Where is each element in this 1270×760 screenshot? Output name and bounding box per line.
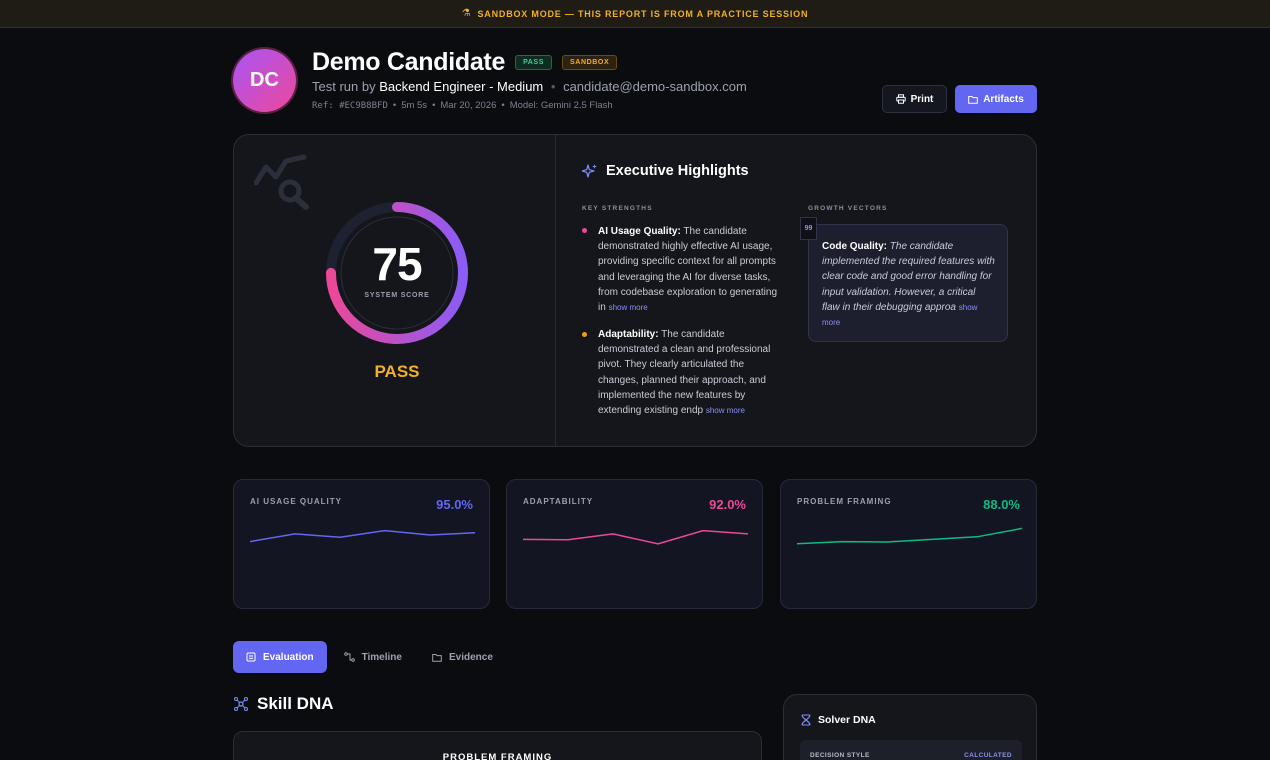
report-tabs: Evaluation Timeline Evidence — [233, 641, 506, 673]
show-more-link[interactable]: show more — [609, 303, 648, 312]
score-label: SYSTEM SCORE — [364, 292, 430, 299]
printer-icon — [895, 94, 906, 104]
strength-bullet — [582, 228, 587, 233]
decision-style-row: DECISION STYLE CALCULATED — [800, 740, 1022, 760]
tab-timeline[interactable]: Timeline — [331, 641, 415, 673]
pass-badge: PASS — [515, 55, 553, 70]
meta-line: Ref: #EC9B8BFD • 5m 5s • Mar 20, 2026 • Model:… — [312, 100, 613, 111]
test-subline: Test run by Backend Engineer - Medium • … — [312, 79, 747, 94]
artifacts-label: Artifacts — [983, 93, 1024, 105]
strength-bullet — [582, 332, 587, 337]
strength-title: AI Usage Quality: — [598, 226, 681, 237]
avatar: DC — [233, 49, 296, 112]
strength-item-ai-usage: AI Usage Quality: The candidate demonstr… — [598, 224, 780, 315]
analytics-search-icon — [254, 154, 309, 210]
banner-text: SANDBOX MODE — THIS REPORT IS FROM A PRA… — [477, 8, 809, 19]
score-verdict: PASS — [374, 362, 420, 381]
role-name: Backend Engineer - Medium — [379, 79, 544, 94]
sparkle-icon — [582, 164, 597, 178]
tab-evaluation[interactable]: Evaluation — [233, 641, 327, 673]
artifacts-button[interactable]: Artifacts — [955, 85, 1037, 113]
skill-card: PROBLEM FRAMING — [233, 731, 762, 760]
tab-evidence[interactable]: Evidence — [419, 641, 506, 673]
timeline-icon — [343, 652, 355, 662]
solver-title: Solver DNA — [801, 714, 876, 726]
skill-card-title: PROBLEM FRAMING — [442, 752, 553, 760]
metric-card-problem-framing: PROBLEM FRAMING 88.0% — [780, 479, 1037, 609]
growth-label: GROWTH VECTORS — [808, 205, 888, 212]
strength-text: The candidate demonstrated highly effect… — [598, 226, 778, 314]
strengths-label: KEY STRENGTHS — [582, 205, 653, 212]
metric-sparkline — [523, 529, 748, 545]
candidate-header: DC Demo Candidate PASS SANDBOX Test run … — [233, 48, 1037, 118]
metric-sparkline — [797, 527, 1022, 545]
skill-dna-title: Skill DNA — [233, 694, 334, 714]
metric-card-adaptability: ADAPTABILITY 92.0% — [506, 479, 763, 609]
test-prefix: Test run by — [312, 79, 376, 94]
metric-label: AI USAGE QUALITY — [250, 497, 343, 506]
folder-icon — [968, 95, 979, 104]
metric-sparkline — [250, 529, 475, 543]
show-more-link[interactable]: show more — [706, 406, 745, 415]
score-value: 75 — [372, 238, 422, 290]
candidate-email: candidate@demo-sandbox.com — [563, 79, 747, 94]
dna-icon — [801, 714, 811, 726]
clipboard-icon — [246, 652, 256, 662]
metric-label: ADAPTABILITY — [523, 497, 594, 506]
print-button[interactable]: Print — [882, 85, 947, 113]
folder-icon — [432, 653, 442, 662]
score-panel: 75 SYSTEM SCORE PASS — [234, 135, 556, 446]
growth-title: Code Quality: — [822, 241, 888, 252]
duration: 5m 5s — [401, 100, 428, 111]
date: Mar 20, 2026 — [440, 100, 497, 111]
candidate-name: Demo Candidate — [312, 48, 506, 76]
highlights-title: Executive Highlights — [582, 163, 749, 179]
solver-dna-card: Solver DNA DECISION STYLE CALCULATED — [783, 694, 1037, 760]
print-label: Print — [910, 93, 934, 105]
decision-style-label: DECISION STYLE — [810, 752, 870, 759]
metric-value: 95.0% — [436, 497, 473, 512]
network-icon — [234, 697, 248, 711]
decision-style-value: CALCULATED — [964, 752, 1012, 759]
strength-item-adaptability: Adaptability: The candidate demonstrated… — [598, 327, 780, 418]
metric-value: 92.0% — [709, 497, 746, 512]
sandbox-banner: ⚗ SANDBOX MODE — THIS REPORT IS FROM A P… — [0, 0, 1270, 28]
growth-card: Code Quality: The candidate implemented … — [808, 224, 1008, 342]
strength-title: Adaptability: — [598, 329, 659, 340]
strength-text: The candidate demonstrated a clean and p… — [598, 329, 771, 417]
quote-icon: 99 — [800, 217, 817, 240]
metric-card-ai-usage: AI USAGE QUALITY 95.0% — [233, 479, 490, 609]
model: Model: Gemini 2.5 Flash — [509, 100, 613, 111]
flask-icon: ⚗ — [461, 8, 472, 19]
metric-value: 88.0% — [983, 497, 1020, 512]
sandbox-badge: SANDBOX — [562, 55, 618, 70]
ref-id: Ref: #EC9B8BFD — [312, 101, 388, 111]
metric-label: PROBLEM FRAMING — [797, 497, 892, 506]
summary-card: 75 SYSTEM SCORE PASS Executive Highlight… — [233, 134, 1037, 447]
